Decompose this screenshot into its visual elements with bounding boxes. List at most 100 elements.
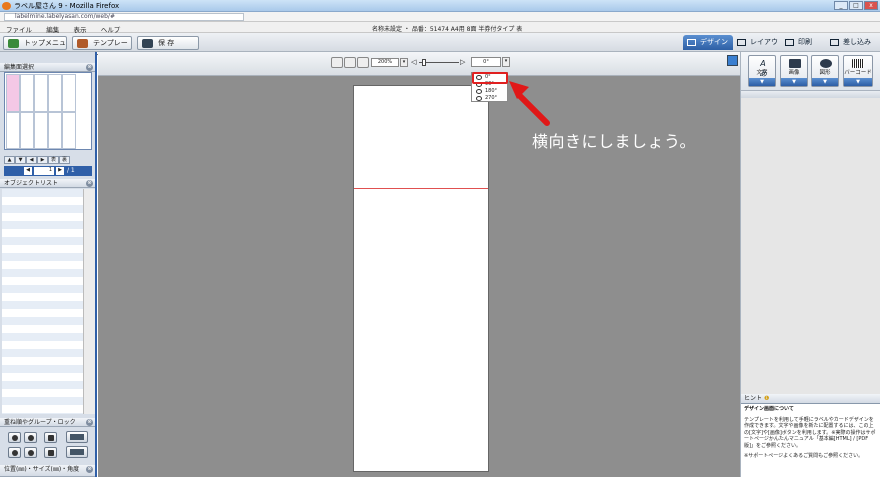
text-icon: Aあ [759,59,767,78]
label-cell[interactable] [62,112,76,149]
label-cell[interactable] [34,74,48,112]
tab-layout[interactable]: レイアウト [733,35,781,61]
object-list-scrollbar[interactable] [83,189,95,414]
callout-text: 横向きにしましょう。 [532,132,697,151]
label-cell[interactable] [20,112,34,149]
menu-bar: ファイル 編集 表示 ヘルプ 名称未設定 ・ 品番：51474 A4用 8面 半… [0,22,880,34]
group-button[interactable] [66,431,88,443]
page-thumbnail-grid[interactable] [4,72,92,150]
nav-back-icon[interactable]: 裏 [59,156,70,164]
cell-nav-row: ▲ ▼ ◀ ▶ 表裏 [4,155,92,164]
back-icon [28,435,34,441]
top-menu-button[interactable]: トップメニュー [3,36,67,59]
label-cut-line [354,188,488,189]
collapse-icon[interactable]: ⊗ [86,180,93,187]
zoom-select[interactable]: 200% [371,58,399,67]
select-tool-icon[interactable] [727,55,738,66]
zoom-fit-icon[interactable] [357,57,369,68]
merge-icon [830,39,839,46]
insert-text-button[interactable]: Aあ 文字 ▼ [748,55,776,87]
dropdown-icon: ▼ [781,78,807,86]
label-cell[interactable] [48,74,62,112]
ungroup-button[interactable] [66,446,88,458]
zoom-dropdown-icon[interactable]: ▾ [400,58,408,67]
shape-icon [820,59,832,68]
collapse-icon[interactable]: ⊗ [86,64,93,71]
page-number-input[interactable]: 1 [34,167,54,175]
firefox-icon [2,2,11,10]
insert-image-button[interactable]: 画像 ▼ [780,55,808,87]
rotation-option-label: 270° [485,95,498,101]
rotation-dropdown-icon[interactable]: ▾ [502,57,510,67]
nav-left-icon[interactable]: ◀ [26,156,37,164]
hint-panel: デザイン画面について テンプレートを利用して手軽にラベルやカードデザインを作成で… [741,403,880,477]
redo-icon[interactable] [344,57,356,68]
collapse-icon[interactable]: ⊗ [86,419,93,426]
label-cell[interactable] [34,112,48,149]
address-bar[interactable]: labelmine.labelyasan.com/web/# [0,12,880,22]
forward-button[interactable] [8,447,21,458]
nav-down-icon[interactable]: ▼ [15,156,26,164]
send-back-button[interactable] [24,432,37,443]
hint-title: ヒント [744,395,763,402]
insert-shape-button[interactable]: 図形 ▼ [811,55,839,87]
barcode-icon [852,59,864,68]
rotation-select[interactable]: 0° [471,57,501,67]
tab-design[interactable]: デザイン [683,35,733,50]
maximize-icon[interactable]: □ [849,1,863,10]
page-next-icon[interactable]: ▶ [56,167,64,175]
group-lock-header: 重ね順やグループ・ロック ⊗ [0,418,95,427]
position-size-header: 位置(㎜)・サイズ(㎜)・角度 ⊗ [0,465,95,477]
save-button[interactable]: 保 存 [137,36,199,50]
insert-barcode-button[interactable]: バーコード ▼ [843,55,873,87]
tab-design-label: デザイン [700,38,728,46]
close-icon[interactable]: x [864,1,878,10]
page-prev-icon[interactable]: ◀ [24,167,32,175]
tab-merge[interactable]: 差し込み [826,35,878,50]
insert-image-label: 画像 [788,70,800,76]
minimize-icon[interactable]: _ [834,1,848,10]
hint-support: ※サポートページよくあるご質問もご参照ください。 [744,453,864,459]
object-list[interactable] [2,189,95,414]
label-cell[interactable] [62,74,76,112]
zoom-out-icon[interactable]: ◁ [411,58,419,66]
unlock-button[interactable] [44,447,57,458]
template-button[interactable]: テンプレート [72,36,132,59]
label-paper[interactable] [353,85,489,472]
template-icon [77,39,88,48]
hint-body: テンプレートを利用して手軽にラベルやカードデザインを作成できます。文字や画像を新… [744,416,876,449]
undo-icon[interactable] [331,57,343,68]
insert-shape-label: 図形 [819,70,831,76]
url-field[interactable]: labelmine.labelyasan.com/web/# [4,13,244,21]
nav-front-icon[interactable]: 表 [48,156,59,164]
dropdown-icon: ▼ [844,78,872,86]
design-icon [687,39,696,46]
page-total: / 1 [67,167,75,174]
lock-button[interactable] [44,432,57,443]
forward-icon [12,450,18,456]
label-cell[interactable] [48,112,62,149]
window-title: ラベル屋さん 9 - Mozilla Firefox [14,2,120,10]
page-selector: ◀ 1 ▶ / 1 [4,166,92,176]
layout-icon [737,39,746,46]
dropdown-icon: ▼ [812,78,838,86]
save-icon [142,39,153,48]
properties-header [741,90,880,98]
label-cell[interactable] [20,74,34,112]
group-icon [70,434,84,440]
label-cell-selected[interactable] [6,74,20,112]
highlight-box [472,72,508,84]
ungroup-icon [70,449,84,455]
zoom-in-icon[interactable]: ▷ [460,58,468,66]
label-cell[interactable] [6,112,20,149]
nav-up-icon[interactable]: ▲ [4,156,15,164]
tab-print-label: 印刷 [798,38,812,46]
backward-button[interactable] [24,447,37,458]
zoom-slider-thumb[interactable] [422,59,426,66]
main-toolbar: トップメニュー テンプレート 保 存 デザイン レイアウト 印刷 差し込み [0,33,880,61]
bring-front-button[interactable] [8,432,21,443]
collapse-icon[interactable]: ⊗ [86,466,93,473]
rotation-option-270[interactable]: 270° [473,94,506,103]
nav-right-icon[interactable]: ▶ [37,156,48,164]
tab-print[interactable]: 印刷 [781,35,825,50]
